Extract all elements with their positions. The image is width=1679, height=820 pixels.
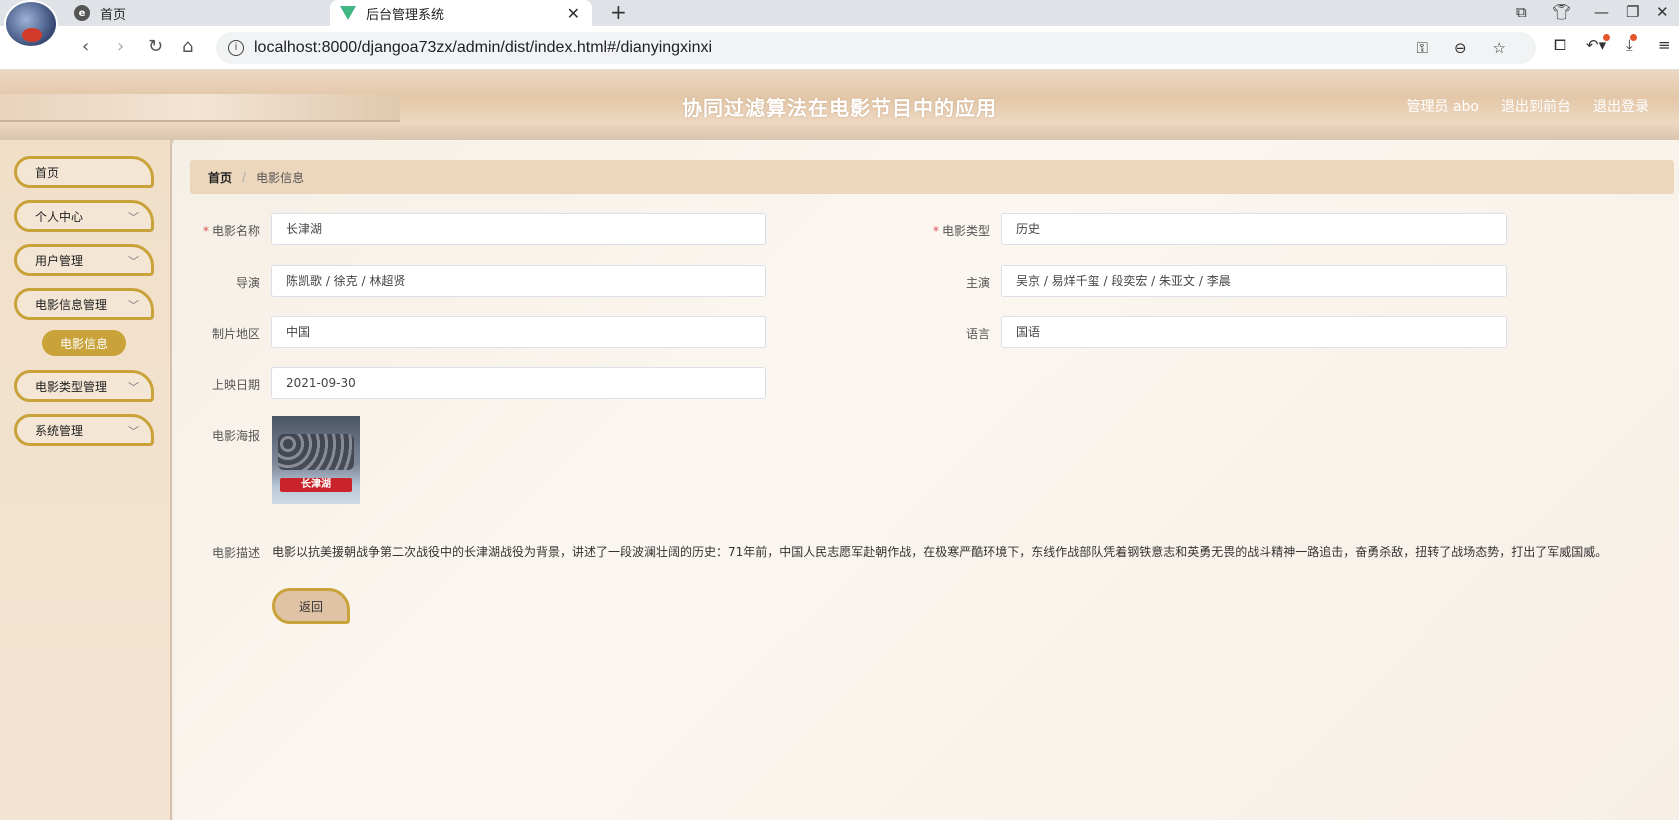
main-content: 首页 / 电影信息 * 电影名称 长津湖 * 电影类型 历史 导演 陈凯歌 / 徐克… — [174, 140, 1679, 820]
director-label: 导演 — [235, 276, 260, 290]
menu-icon[interactable]: ≡ — [1658, 36, 1671, 54]
key-icon[interactable]: ⚿ — [1417, 39, 1428, 57]
chevron-down-icon: ﹀ — [128, 381, 139, 394]
breadcrumb-current: 电影信息 — [256, 170, 305, 185]
sidebar-item-system[interactable]: 系统管理 ﹀ — [14, 414, 154, 446]
movie-name-field[interactable]: 长津湖 — [271, 213, 766, 245]
back-arrow-icon[interactable]: ‹ — [82, 36, 89, 57]
region-label: 制片地区 — [211, 327, 260, 341]
release-date-label: 上映日期 — [211, 378, 260, 392]
sidebar-item-users[interactable]: 用户管理 ﹀ — [14, 244, 154, 276]
chevron-down-icon: ﹀ — [128, 211, 139, 224]
language-field[interactable]: 国语 — [1001, 316, 1507, 348]
front-link[interactable]: 退出到前台 — [1501, 96, 1571, 116]
sidebar-item-label: 电影信息管理 — [35, 297, 108, 312]
browser-tab-home[interactable]: e 首页 — [74, 0, 324, 26]
edge-logo-icon: e — [74, 5, 90, 21]
cast-field[interactable]: 吴京 / 易烊千玺 / 段奕宏 / 朱亚文 / 李晨 — [1001, 265, 1507, 297]
movie-type-label: * 电影类型 — [932, 224, 990, 238]
logout-link[interactable]: 退出登录 — [1593, 96, 1649, 116]
tab-label: 后台管理系统 — [366, 7, 445, 23]
address-bar: ‹ › ↻ ⌂ i localhost:8000/djangoa73zx/adm… — [0, 26, 1679, 70]
vue-logo-icon — [340, 6, 356, 20]
cast-label: 主演 — [965, 276, 990, 290]
profile-avatar[interactable] — [4, 0, 58, 48]
new-tab-icon[interactable]: + — [610, 0, 627, 26]
sidebar-item-label: 系统管理 — [35, 423, 84, 438]
sidebar-item-label: 电影类型管理 — [35, 379, 108, 394]
sidebar-subitem-movie-info[interactable]: 电影信息 — [42, 330, 126, 356]
user-label: 管理员 abo — [1406, 99, 1479, 115]
sidebar-item-profile[interactable]: 个人中心 ﹀ — [14, 200, 154, 232]
breadcrumb-separator: / — [242, 170, 247, 184]
back-button[interactable]: 返回 — [272, 588, 350, 624]
minimize-icon[interactable]: — — [1594, 3, 1609, 21]
description-label: 电影描述 — [211, 546, 260, 560]
reload-icon[interactable]: ↻ — [148, 36, 163, 57]
browser-tab-bar: e 首页 后台管理系统 ✕ + ⧉ 👕︎ — ❐ ✕ — [0, 0, 1679, 26]
description-text: 电影以抗美援朝战争第二次战役中的长津湖战役为背景，讲述了一段波澜壮阔的历史：71… — [272, 545, 1608, 559]
tab-label: 首页 — [100, 7, 127, 23]
url-field[interactable]: i localhost:8000/djangoa73zx/admin/dist/… — [216, 32, 1536, 64]
forward-arrow-icon[interactable]: › — [117, 36, 124, 57]
sidebar-item-label: 首页 — [35, 165, 60, 180]
sidebar-item-home[interactable]: 首页 — [14, 156, 154, 188]
chevron-down-icon: ﹀ — [128, 255, 139, 268]
site-info-icon[interactable]: i — [228, 40, 244, 56]
close-window-icon[interactable]: ✕ — [1656, 3, 1669, 21]
breadcrumb: 首页 / 电影信息 — [190, 160, 1674, 194]
sidebar: 首页 个人中心 ﹀ 用户管理 ﹀ 电影信息管理 ﹀ 电影信息 电影类型管理 ﹀ … — [0, 140, 172, 820]
restore-icon[interactable]: ❐ — [1626, 3, 1639, 21]
language-label: 语言 — [965, 327, 990, 341]
movie-poster-image[interactable]: 长津湖 — [272, 416, 360, 504]
breadcrumb-home[interactable]: 首页 — [208, 169, 232, 186]
url-text: localhost:8000/djangoa73zx/admin/dist/in… — [254, 39, 713, 56]
extensions-icon[interactable]: ⧠ — [1554, 36, 1566, 54]
sidebar-item-movie-type[interactable]: 电影类型管理 ﹀ — [14, 370, 154, 402]
app-header: 协同过滤算法在电影节目中的应用 管理员 abo 退出到前台 退出登录 — [0, 70, 1679, 140]
director-field[interactable]: 陈凯歌 / 徐克 / 林超贤 — [271, 265, 766, 297]
download-icon[interactable]: ⤓ — [1626, 34, 1637, 54]
sidebar-item-label: 个人中心 — [35, 209, 84, 224]
poster-title: 长津湖 — [280, 478, 352, 492]
star-icon[interactable]: ☆ — [1493, 39, 1506, 57]
release-date-field[interactable]: 2021-09-30 — [271, 367, 766, 399]
chevron-down-icon: ﹀ — [128, 299, 139, 312]
zoom-out-icon[interactable]: ⊖ — [1454, 39, 1467, 57]
sidebar-item-label: 用户管理 — [35, 253, 84, 268]
movie-type-field[interactable]: 历史 — [1001, 213, 1507, 245]
sidebar-item-movie-info[interactable]: 电影信息管理 ﹀ — [14, 288, 154, 320]
close-tab-icon[interactable]: ✕ — [567, 4, 580, 23]
poster-label: 电影海报 — [211, 429, 260, 443]
home-icon[interactable]: ⌂ — [182, 36, 193, 57]
chevron-down-icon: ﹀ — [128, 425, 139, 438]
browser-tab-admin[interactable]: 后台管理系统 ✕ — [330, 0, 592, 26]
movie-name-label: * 电影名称 — [202, 224, 260, 238]
undo-icon[interactable]: ↶▾ — [1586, 34, 1611, 54]
shirt-icon[interactable]: 👕︎ — [1552, 3, 1571, 21]
collections-icon[interactable]: ⧉ — [1516, 3, 1527, 21]
region-field[interactable]: 中国 — [271, 316, 766, 348]
poster-crowd — [278, 434, 354, 470]
